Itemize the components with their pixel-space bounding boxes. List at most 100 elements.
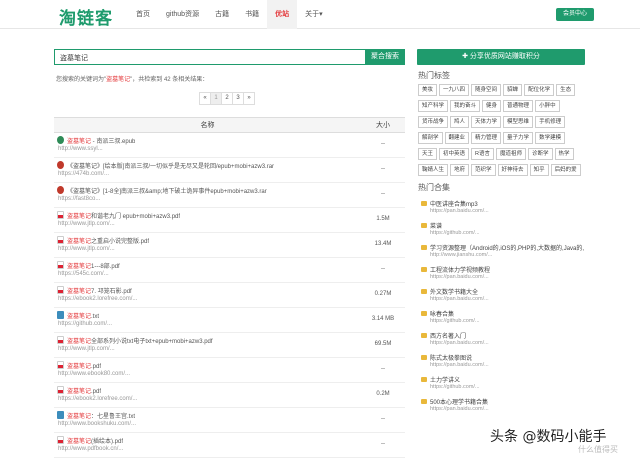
tag-item[interactable]: 一九八四	[439, 84, 470, 96]
result-title[interactable]: 盗墓笔记之重启小说完整版.pdf	[67, 236, 149, 245]
result-title[interactable]: 《盗墓笔记》[绘本版]南派三叔/一切似乎是无尽又是轮回/epub+mobi+az…	[67, 161, 274, 170]
result-title[interactable]: 盗墓笔记7. 邛笼石影.pdf	[67, 286, 132, 295]
tag-item[interactable]: 热学	[554, 148, 574, 160]
table-row[interactable]: 《盗墓笔记》[1-8全]南派三叔&amp;地下破土诡异事件epub+mobi+a…	[54, 183, 405, 208]
tag-item[interactable]: 货币战争	[418, 116, 449, 128]
collection-title[interactable]: 外文数学书籍大全	[430, 287, 588, 296]
result-title[interactable]: 盗墓笔记：七星鲁王宫.txt	[67, 411, 135, 420]
result-title[interactable]: 盗墓笔记和谐老九门 epub+mobi+azw3.pdf	[67, 211, 180, 220]
collection-item[interactable]: 工程流体力学视频教程 https://pan.baidu.com/...	[418, 264, 588, 286]
result-title[interactable]: 盗墓笔记全部系列小说txt电子txt+epub+mobi+azw3.pdf	[67, 336, 213, 345]
tag-item[interactable]: 貂蝉	[503, 84, 523, 96]
title-highlight: 盗墓笔记	[67, 139, 92, 145]
search-input[interactable]: 盗墓笔记	[54, 49, 366, 65]
table-row[interactable]: 盗墓笔记7. 邛笼石影.pdf https://ebook2.lorefree.c…	[54, 283, 405, 308]
table-row[interactable]: 盗墓笔记 - 南派三叔.epub http://www.ssyl... --	[54, 133, 405, 158]
collection-item[interactable]: 500本心理学书籍合集 https://pan.baidu.com/...	[418, 396, 588, 418]
tag-item[interactable]: 地府	[450, 164, 470, 176]
collection-title[interactable]: 菜谱	[430, 221, 588, 230]
share-site-button[interactable]: ✚ 分享优质网站赚取积分	[417, 49, 585, 65]
result-title[interactable]: 《盗墓笔记》[1-8全]南派三叔&amp;地下破土诡异事件epub+mobi+a…	[67, 186, 267, 195]
collection-item[interactable]: 菜谱 https://github.com/...	[418, 220, 588, 242]
tag-item[interactable]: 美妆	[418, 84, 438, 96]
tag-item[interactable]: 知产科学	[418, 100, 449, 112]
tag-item[interactable]: 解剖学	[418, 132, 443, 144]
member-center-button[interactable]: 会员中心	[556, 8, 594, 21]
pagination: « 1 2 3 »	[199, 92, 255, 105]
title-highlight: 盗墓笔记	[67, 339, 92, 345]
tag-item[interactable]: 初中英语	[439, 148, 470, 160]
nav-best-sites[interactable]: 优站	[267, 0, 298, 29]
tag-item[interactable]: 随身空间	[471, 84, 502, 96]
result-size: --	[381, 441, 385, 447]
tag-item[interactable]: 知乎	[529, 164, 549, 176]
tag-item[interactable]: 精力管理	[471, 132, 502, 144]
page-next[interactable]: »	[243, 92, 255, 105]
result-title[interactable]: 盗墓笔记.pdf	[67, 361, 101, 370]
tag-item[interactable]: 鞠婧人生	[418, 164, 449, 176]
collection-item[interactable]: 中医讲座合集mp3 https://pan.baidu.com/...	[418, 198, 588, 220]
search-button[interactable]: 聚合搜索	[365, 49, 405, 65]
table-row[interactable]: 盗墓笔记.txt https://github.com/... 3.14 MB	[54, 308, 405, 333]
tag-item[interactable]: 普通物理	[503, 100, 534, 112]
table-row[interactable]: 盗墓笔记1---8部.pdf https://545c.com/... --	[54, 258, 405, 283]
tag-item[interactable]: 好神待去	[497, 164, 528, 176]
tag-item[interactable]: 模型思维	[503, 116, 534, 128]
result-title[interactable]: 盗墓笔记(插绘本).pdf	[67, 436, 123, 445]
tag-item[interactable]: 天体力学	[471, 116, 502, 128]
nav-books[interactable]: 书籍	[237, 0, 267, 29]
folder-icon	[421, 201, 427, 206]
tag-item[interactable]: 天王	[418, 148, 438, 160]
collection-title[interactable]: 学习资源整理（Android的,iOS的,PHP的,大数据的,Java的,	[430, 243, 588, 252]
table-row[interactable]: 《盗墓笔记》[绘本版]南派三叔/一切似乎是无尽又是轮回/epub+mobi+az…	[54, 158, 405, 183]
tag-item[interactable]: 后妈的爱	[550, 164, 581, 176]
result-title[interactable]: 盗墓笔记 - 南派三叔.epub	[67, 136, 135, 145]
pdf-file-icon	[57, 261, 64, 269]
tag-item[interactable]: 翻建业	[444, 132, 470, 144]
result-title[interactable]: 盗墓笔记.pdf	[67, 386, 101, 395]
tag-item[interactable]: 量子力学	[503, 132, 534, 144]
collection-title[interactable]: 工程流体力学视频教程	[430, 265, 588, 274]
collection-title[interactable]: 500本心理学书籍合集	[430, 397, 588, 406]
result-title[interactable]: 盗墓笔记.txt	[67, 311, 99, 320]
nav-github[interactable]: github资源	[158, 0, 207, 29]
table-row[interactable]: 盗墓笔记之重启小说完整版.pdf http://www.jtlp.com/... 1…	[54, 233, 405, 258]
tag-item[interactable]: 配位化学	[524, 84, 555, 96]
tag-item[interactable]: 生态	[556, 84, 576, 96]
table-row[interactable]: 盗墓笔记全部系列小说txt电子txt+epub+mobi+azw3.pdf htt…	[54, 333, 405, 358]
collection-item[interactable]: 学习资源整理（Android的,iOS的,PHP的,大数据的,Java的, htt…	[418, 242, 588, 264]
tag-item[interactable]: 手机修理	[535, 116, 566, 128]
collection-item[interactable]: 外文数学书籍大全 https://pan.baidu.com/...	[418, 286, 588, 308]
tag-item[interactable]: 小胖中	[535, 100, 560, 112]
collection-title[interactable]: 中医讲座合集mp3	[430, 199, 588, 208]
tag-item[interactable]: 范织学	[471, 164, 496, 176]
collection-title[interactable]: 土力学讲义	[430, 375, 588, 384]
tag-item[interactable]: 魔道祖师	[496, 148, 527, 160]
table-row[interactable]: 盗墓笔记.pdf http://www.ebook80.com/... --	[54, 358, 405, 383]
tag-item[interactable]: 健身	[482, 100, 502, 112]
folder-icon	[421, 311, 427, 316]
nav-ancient-books[interactable]: 古籍	[207, 0, 237, 29]
tag-item[interactable]: 数学建模	[535, 132, 566, 144]
tag-item[interactable]: R语言	[471, 148, 495, 160]
table-row[interactable]: 盗墓笔记(插绘本).pdf http://www.pdfbook.cn/... --	[54, 433, 405, 458]
tag-item[interactable]: 我的奋斗	[450, 100, 481, 112]
tag-item[interactable]: 鸠人	[450, 116, 470, 128]
collection-url: https://pan.baidu.com/...	[430, 208, 489, 214]
collection-item[interactable]: 咏春合集 https://github.com/...	[418, 308, 588, 330]
collection-item[interactable]: 土力学讲义 https://github.com/...	[418, 374, 588, 396]
nav-home[interactable]: 首页	[128, 0, 158, 29]
collection-title[interactable]: 陈式太极拳图说	[430, 353, 588, 362]
nav-about-dropdown[interactable]: 关于▾	[297, 0, 331, 29]
title-rest: .pdf	[91, 389, 102, 395]
collection-item[interactable]: 西方名著入门 https://pan.baidu.com/...	[418, 330, 588, 352]
result-title[interactable]: 盗墓笔记1---8部.pdf	[67, 261, 120, 270]
collection-title[interactable]: 西方名著入门	[430, 331, 588, 340]
collection-item[interactable]: 陈式太极拳图说 https://pan.baidu.com/...	[418, 352, 588, 374]
site-logo[interactable]: 淘链客	[59, 4, 113, 29]
table-row[interactable]: 盗墓笔记：七星鲁王宫.txt http://www.bookshuku.com/.…	[54, 408, 405, 433]
table-row[interactable]: 盗墓笔记.pdf https://ebook2.lorefree.com/... 0…	[54, 383, 405, 408]
collection-title[interactable]: 咏春合集	[430, 309, 588, 318]
tag-item[interactable]: 诊断学	[528, 148, 553, 160]
table-row[interactable]: 盗墓笔记和谐老九门 epub+mobi+azw3.pdf http://www.j…	[54, 208, 405, 233]
